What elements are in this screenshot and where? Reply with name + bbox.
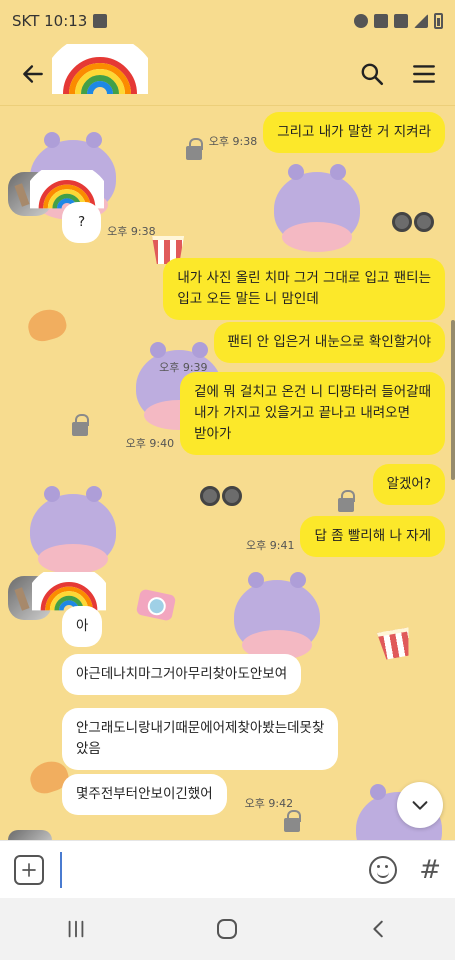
attach-button[interactable]: [14, 854, 44, 885]
search-icon: [361, 63, 384, 85]
message-row: 야근데나치마그거아무리찾아도안보여: [62, 654, 302, 695]
incoming-message[interactable]: ?: [62, 202, 102, 243]
chat-avatar[interactable]: [40, 33, 160, 104]
outgoing-message[interactable]: 답 좀 빨리해 나 자게: [300, 516, 445, 557]
hippo-sticker-icon: [234, 572, 320, 660]
message-time: 오후 9:38: [107, 224, 156, 238]
chevron-down-icon: [412, 801, 428, 810]
outgoing-message[interactable]: 겉에 뭐 걸치고 온건 니 디팡타러 들어갈때 내가 가지고 있을거고 끝나고 …: [180, 372, 445, 455]
message-row: ? 오후 9:38: [62, 202, 162, 243]
recent-apps-button[interactable]: [51, 909, 101, 949]
popcorn-icon: [375, 616, 413, 661]
message-row: 알겠어?: [372, 464, 445, 505]
lock-icon: [338, 490, 355, 512]
camera-icon: [135, 588, 177, 622]
home-icon: [217, 919, 238, 939]
message-time: 오후 9:42: [244, 796, 294, 810]
nav-back-icon: [373, 920, 383, 938]
plus-icon: [22, 862, 36, 877]
nav-back-button[interactable]: [354, 909, 404, 949]
scrollbar[interactable]: [451, 320, 455, 480]
recent-apps-icon: [68, 920, 84, 938]
5g-icon: [394, 14, 408, 28]
scroll-to-bottom-button[interactable]: [397, 782, 443, 828]
outgoing-message[interactable]: 내가 사진 올린 치마 그거 그대로 입고 팬티는 입고 오든 말든 니 맘인데: [163, 258, 445, 320]
mute-icon: [374, 14, 388, 28]
search-button[interactable]: [357, 59, 387, 89]
carrier-time: SKT 10:13: [12, 12, 88, 30]
emoji-button[interactable]: [369, 855, 398, 884]
sender-profile-photo[interactable]: [8, 830, 52, 840]
chat-header: [0, 33, 455, 106]
hashtag-search-button[interactable]: #: [419, 855, 441, 885]
message-time: 오후 9:40: [125, 436, 175, 450]
lock-icon: [284, 810, 301, 832]
system-nav-bar: [0, 898, 455, 960]
binocular-icon: [200, 486, 242, 510]
binocular-icon: [392, 212, 434, 236]
menu-button[interactable]: [409, 59, 439, 89]
message-input-bar: #: [0, 840, 455, 898]
back-arrow-icon: [23, 64, 43, 83]
message-row: 오후 9:38 그리고 내가 말한 거 지켜라: [203, 112, 445, 153]
status-bar: SKT 10:13: [0, 0, 455, 42]
message-row: 오후 9:41 답 좀 빨리해 나 자게: [240, 516, 445, 557]
hippo-sticker-icon: [30, 486, 116, 574]
bread-sticker-icon: [24, 305, 70, 345]
hamburger-menu-icon: [413, 64, 435, 83]
lock-icon: [186, 138, 203, 160]
battery-icon: [434, 13, 443, 29]
alarm-icon: [354, 14, 368, 28]
outgoing-message[interactable]: 알겠어?: [372, 464, 445, 505]
message-row: 오후 9:40 겉에 뭐 걸치고 온건 니 디팡타러 들어갈때 내가 가지고 있…: [120, 372, 445, 455]
image-icon: [93, 14, 108, 28]
incoming-message[interactable]: 야근데나치마그거아무리찾아도안보여: [62, 654, 302, 695]
signal-icon: [414, 14, 428, 28]
message-row: 오후 9:39 팬티 안 입은거 내눈으로 확인할거야: [153, 322, 445, 374]
back-button[interactable]: [16, 57, 50, 91]
message-time: 오후 9:38: [208, 134, 258, 148]
message-row: 아: [62, 606, 103, 647]
message-input[interactable]: [60, 851, 360, 888]
incoming-message[interactable]: 아: [62, 606, 103, 647]
hippo-sticker-icon: [274, 164, 360, 252]
message-row: 내가 사진 올린 치마 그거 그대로 입고 팬티는 입고 오든 말든 니 맘인데: [163, 258, 445, 320]
home-button[interactable]: [202, 909, 252, 949]
incoming-message[interactable]: 몇주전부터안보이긴했어: [62, 774, 227, 815]
message-row: 안그래도니랑내기때문에어제찾아봤는데못찾 았음: [62, 708, 339, 770]
outgoing-message[interactable]: 팬티 안 입은거 내눈으로 확인할거야: [213, 322, 445, 363]
rainbow-avatar: [40, 33, 160, 95]
outgoing-message[interactable]: 그리고 내가 말한 거 지켜라: [263, 112, 445, 153]
message-row: 몇주전부터안보이긴했어 오후 9:42: [62, 774, 299, 815]
incoming-message[interactable]: 안그래도니랑내기때문에어제찾아봤는데못찾 았음: [62, 708, 339, 770]
chat-area[interactable]: 오후 9:38 그리고 내가 말한 거 지켜라 ? 오후 9:38 내가 사진 …: [0, 106, 455, 840]
lock-icon: [72, 414, 89, 436]
message-time: 오후 9:41: [246, 538, 295, 552]
